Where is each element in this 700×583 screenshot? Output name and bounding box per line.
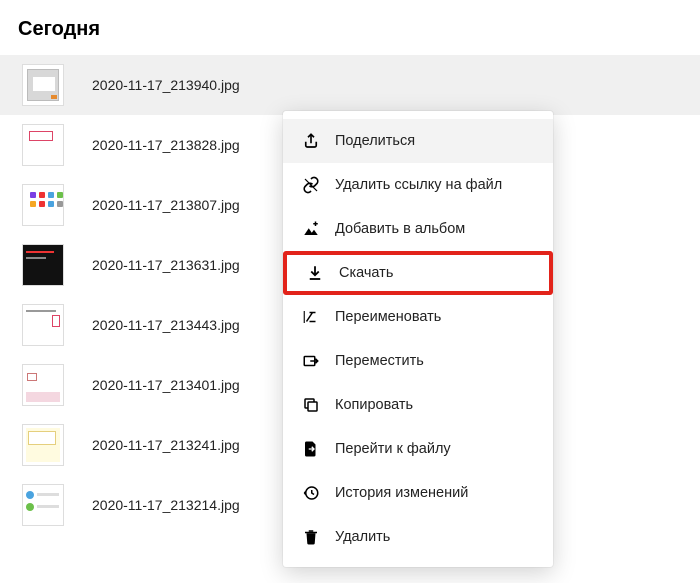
menu-add-album[interactable]: Добавить в альбом xyxy=(283,207,553,251)
menu-label: Копировать xyxy=(335,397,413,413)
file-name: 2020-11-17_213631.jpg xyxy=(92,257,240,273)
file-thumbnail xyxy=(22,64,64,106)
menu-rename[interactable]: Переименовать xyxy=(283,295,553,339)
menu-remove-link[interactable]: Удалить ссылку на файл xyxy=(283,163,553,207)
menu-label: Переименовать xyxy=(335,309,441,325)
menu-label: История изменений xyxy=(335,485,468,501)
history-icon xyxy=(301,483,321,503)
file-thumbnail xyxy=(22,424,64,466)
file-thumbnail xyxy=(22,304,64,346)
move-icon xyxy=(301,351,321,371)
file-thumbnail xyxy=(22,184,64,226)
context-menu: Поделиться Удалить ссылку на файл Добави… xyxy=(283,111,553,567)
menu-label: Поделиться xyxy=(335,133,415,149)
section-heading: Сегодня xyxy=(0,0,700,55)
menu-label: Удалить ссылку на файл xyxy=(335,177,502,193)
menu-copy[interactable]: Копировать xyxy=(283,383,553,427)
menu-goto-file[interactable]: Перейти к файлу xyxy=(283,427,553,471)
menu-download[interactable]: Скачать xyxy=(283,251,553,295)
add-album-icon xyxy=(301,219,321,239)
menu-history[interactable]: История изменений xyxy=(283,471,553,515)
file-name: 2020-11-17_213401.jpg xyxy=(92,377,240,393)
file-name: 2020-11-17_213443.jpg xyxy=(92,317,240,333)
menu-label: Скачать xyxy=(339,265,393,281)
menu-move[interactable]: Переместить xyxy=(283,339,553,383)
file-row[interactable]: 2020-11-17_213940.jpg xyxy=(0,55,700,115)
menu-delete[interactable]: Удалить xyxy=(283,515,553,559)
rename-icon xyxy=(301,307,321,327)
trash-icon xyxy=(301,527,321,547)
file-name: 2020-11-17_213940.jpg xyxy=(92,77,240,93)
file-thumbnail xyxy=(22,484,64,526)
file-name: 2020-11-17_213214.jpg xyxy=(92,497,240,513)
unlink-icon xyxy=(301,175,321,195)
file-thumbnail xyxy=(22,124,64,166)
menu-label: Удалить xyxy=(335,529,390,545)
file-name: 2020-11-17_213807.jpg xyxy=(92,197,240,213)
file-arrow-icon xyxy=(301,439,321,459)
file-name: 2020-11-17_213828.jpg xyxy=(92,137,240,153)
download-icon xyxy=(305,263,325,283)
menu-label: Добавить в альбом xyxy=(335,221,465,237)
file-name: 2020-11-17_213241.jpg xyxy=(92,437,240,453)
menu-label: Перейти к файлу xyxy=(335,441,451,457)
share-icon xyxy=(301,131,321,151)
menu-share[interactable]: Поделиться xyxy=(283,119,553,163)
file-thumbnail xyxy=(22,364,64,406)
file-thumbnail xyxy=(22,244,64,286)
menu-label: Переместить xyxy=(335,353,424,369)
copy-icon xyxy=(301,395,321,415)
